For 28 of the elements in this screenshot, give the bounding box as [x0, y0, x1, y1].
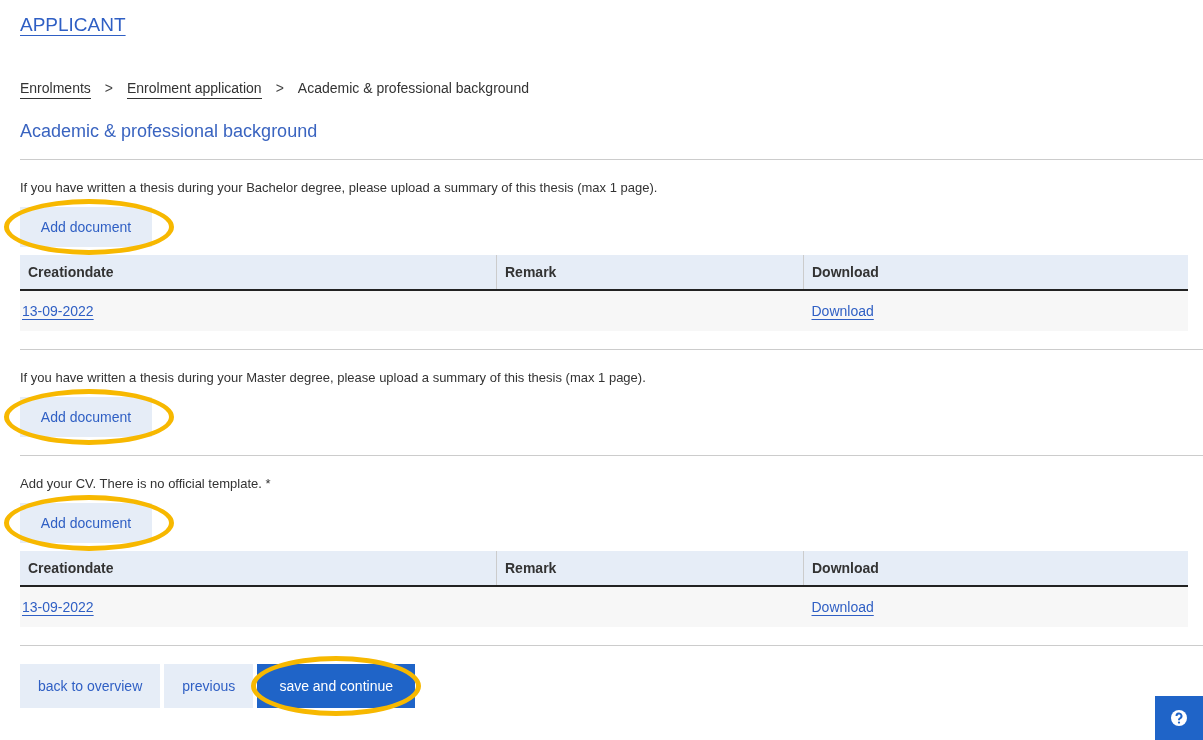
column-header: Remark — [496, 551, 804, 586]
instruction-text: Add your CV. There is no official template. * — [20, 476, 272, 491]
breadcrumb-link[interactable]: Enrolment application — [127, 80, 262, 99]
help-icon — [1170, 709, 1188, 727]
column-header: Download — [803, 551, 1188, 586]
breadcrumb-separator: > — [275, 80, 284, 96]
column-header: Download — [803, 255, 1188, 290]
add-document-button[interactable]: Add document — [20, 207, 152, 247]
date-link[interactable]: 13-09-2022 — [22, 599, 94, 615]
column-header: Creationdate — [20, 255, 497, 290]
page-heading: Academic & professional background — [20, 121, 1203, 160]
column-header: Creationdate — [20, 551, 497, 586]
applicant-link[interactable]: APPLICANT — [20, 14, 126, 36]
add-document-button[interactable]: Add document — [20, 503, 152, 543]
add-document-button[interactable]: Add document — [20, 397, 152, 437]
breadcrumb-link[interactable]: Enrolments — [20, 80, 91, 99]
download-link[interactable]: Download — [811, 303, 874, 319]
instruction-text: If you have written a thesis during your Bachelor degree, please upload a summary of this thesis (max 1 page). — [20, 180, 659, 195]
nav-button[interactable]: back to overview — [20, 664, 161, 708]
date-link[interactable]: 13-09-2022 — [22, 303, 94, 319]
breadcrumb-separator: > — [104, 80, 113, 96]
nav-button[interactable]: previous — [164, 664, 254, 708]
column-header: Remark — [496, 255, 804, 290]
help-button[interactable] — [1155, 696, 1203, 740]
download-link[interactable]: Download — [811, 599, 874, 615]
instruction-text: If you have written a thesis during your Master degree, please upload a summary of this thesis (max 1 page). — [20, 370, 647, 385]
breadcrumb-current: Academic & professional background — [297, 80, 529, 98]
save-button[interactable]: save and continue — [257, 664, 416, 708]
